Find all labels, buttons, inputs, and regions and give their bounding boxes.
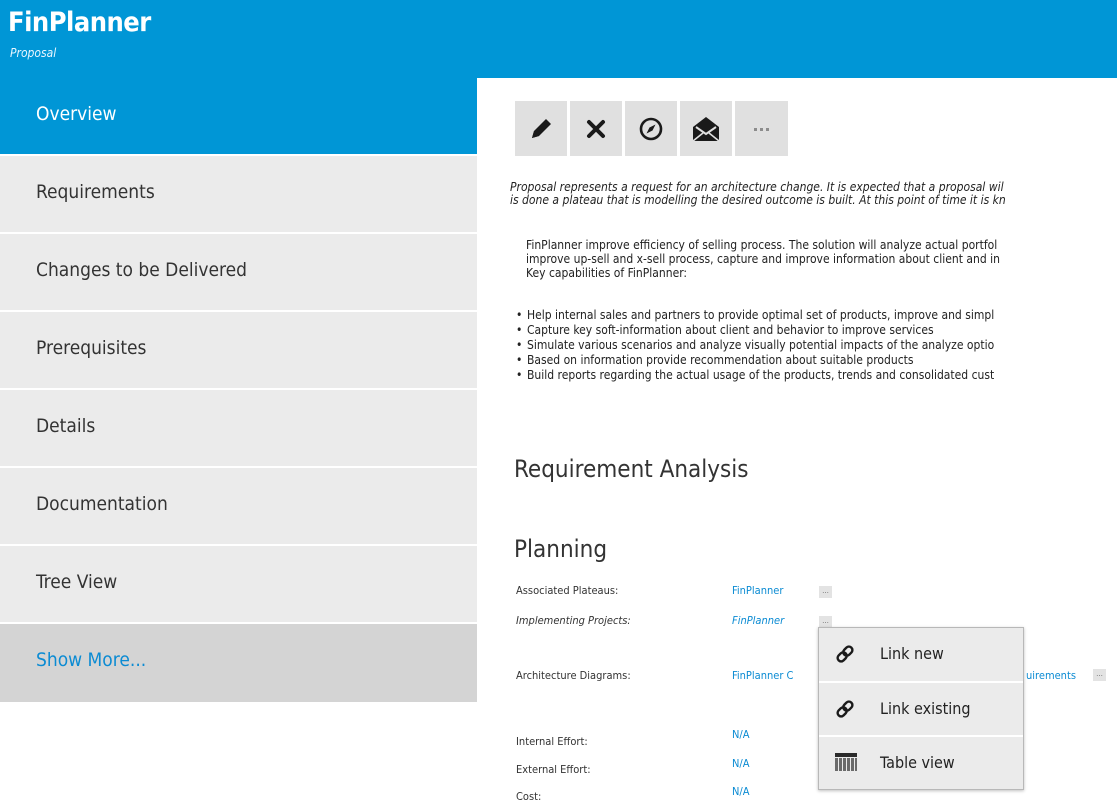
list-item: Capture key soft-information about clien… (516, 323, 1117, 338)
implementing-projects-label: Implementing Projects: (516, 614, 631, 627)
sidebar-item-label: Tree View (36, 571, 118, 593)
sidebar-item-label: Details (36, 415, 96, 437)
sidebar-item-label: Changes to be Delivered (36, 259, 247, 281)
menu-item-label: Link existing (880, 699, 971, 718)
delete-button[interactable] (570, 101, 622, 156)
section-heading-planning: Planning (514, 535, 608, 563)
sidebar-item-tree-view[interactable]: Tree View (0, 546, 477, 624)
internal-effort-label: Internal Effort: (516, 735, 588, 748)
link-icon (836, 700, 854, 718)
cost-label: Cost: (516, 790, 542, 803)
associated-plateaus-link[interactable]: FinPlanner (732, 584, 783, 597)
email-button[interactable] (680, 101, 732, 156)
app-subtitle: Proposal (10, 46, 57, 60)
sidebar-item-label: Requirements (36, 181, 155, 203)
description-line: Key capabilities of FinPlanner: (526, 266, 688, 280)
associated-plateaus-more-button[interactable]: ... (819, 586, 832, 598)
pencil-icon (532, 118, 551, 138)
implementing-projects-link[interactable]: FinPlanner (732, 614, 784, 627)
header-bar: FinPlanner Proposal (0, 0, 1117, 78)
proposal-intro: Proposal represents a request for an arc… (510, 181, 1117, 207)
sidebar-item-label: Overview (36, 103, 117, 125)
architecture-diagram-link[interactable]: uirements (1026, 669, 1076, 682)
sidebar-item-label: Prerequisites (36, 337, 147, 359)
list-item: Based on information provide recommendat… (516, 353, 1117, 368)
section-heading-requirement-analysis: Requirement Analysis (514, 455, 749, 483)
list-item: Help internal sales and partners to prov… (516, 308, 1117, 323)
external-effort-label: External Effort: (516, 763, 591, 776)
architecture-diagrams-more-button[interactable]: ... (1093, 669, 1106, 681)
list-item: Build reports regarding the actual usage… (516, 368, 1117, 383)
show-more-link[interactable]: Show More... (0, 624, 477, 702)
close-icon (587, 119, 605, 138)
app-title: FinPlanner (8, 7, 151, 38)
list-item: Simulate various scenarios and analyze v… (516, 338, 1117, 353)
capabilities-list: Help internal sales and partners to prov… (516, 308, 1117, 383)
architecture-diagram-link[interactable]: FinPlanner C (732, 669, 793, 682)
link-icon (836, 645, 854, 663)
sidebar-item-prerequisites[interactable]: Prerequisites (0, 312, 477, 390)
sidebar-item-label: Documentation (36, 493, 168, 515)
more-icon (753, 127, 769, 131)
sidebar-item-changes-to-be-delivered[interactable]: Changes to be Delivered (0, 234, 477, 312)
show-more-label: Show More... (36, 649, 147, 671)
cost-value[interactable]: N/A (732, 785, 750, 798)
table-icon (835, 753, 857, 771)
navigate-button[interactable] (625, 101, 677, 156)
associated-plateaus-label: Associated Plateaus: (516, 584, 619, 597)
architecture-diagrams-label: Architecture Diagrams: (516, 669, 631, 682)
action-toolbar (515, 101, 788, 156)
external-effort-value[interactable]: N/A (732, 757, 750, 770)
menu-item-label: Link new (880, 644, 944, 663)
menu-item-table-view[interactable]: Table view (819, 737, 1023, 789)
envelope-icon (692, 116, 720, 142)
sidebar-item-details[interactable]: Details (0, 390, 477, 468)
more-button[interactable] (735, 101, 788, 156)
intro-line: is done a plateau that is modelling the … (510, 193, 1006, 207)
menu-item-link-new[interactable]: Link new (819, 628, 1023, 680)
sidebar-item-requirements[interactable]: Requirements (0, 156, 477, 234)
edit-button[interactable] (515, 101, 567, 156)
sidebar-item-documentation[interactable]: Documentation (0, 468, 477, 546)
menu-item-link-existing[interactable]: Link existing (819, 683, 1023, 735)
description-line: improve up-sell and x-sell process, capt… (526, 252, 1000, 266)
menu-item-label: Table view (880, 753, 955, 772)
compass-icon (639, 117, 663, 140)
description-line: FinPlanner improve efficiency of selling… (526, 238, 998, 252)
link-context-menu: Link new Link existing Table view (818, 627, 1024, 790)
internal-effort-value[interactable]: N/A (732, 728, 750, 741)
sidebar-item-overview[interactable]: Overview (0, 78, 477, 156)
proposal-description: FinPlanner improve efficiency of selling… (526, 238, 1117, 280)
sidebar: Overview Requirements Changes to be Deli… (0, 78, 477, 702)
